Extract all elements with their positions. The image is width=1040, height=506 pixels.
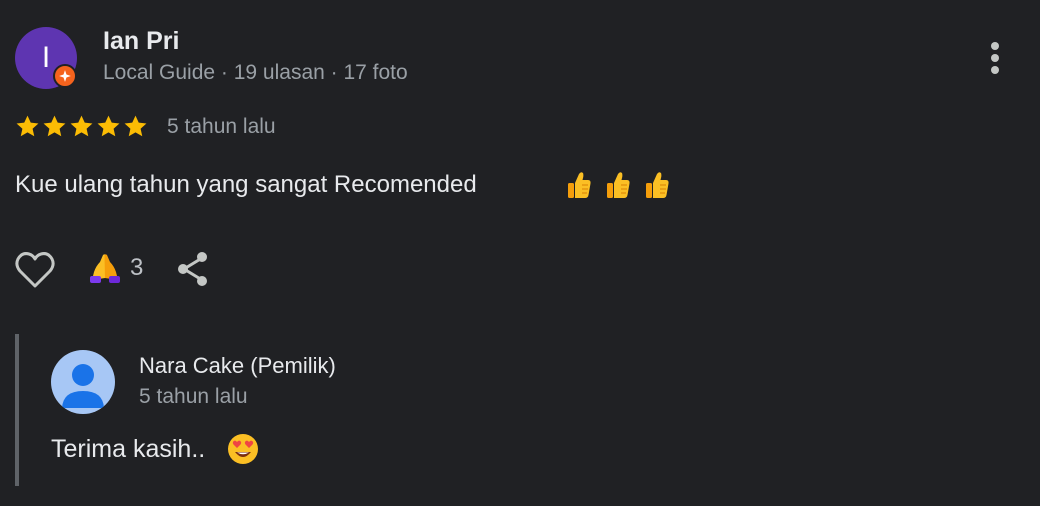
thumbs-up-emoji-icon — [607, 172, 630, 198]
owner-reply-date: 5 tahun lalu — [139, 385, 248, 408]
owner-reply-text: Terima kasih.. — [51, 435, 206, 463]
reviewer-name[interactable]: Ian Pri — [103, 27, 179, 56]
default-person-icon — [62, 364, 104, 408]
folded-hands-emoji-icon — [90, 254, 120, 283]
star-icon — [43, 115, 66, 137]
owner-name: Nara Cake (Pemilik) — [139, 353, 336, 378]
star-icon — [16, 115, 39, 137]
reviewer-meta: Local Guide · 19 ulasan · 17 foto — [103, 61, 408, 84]
star-icon — [70, 115, 93, 137]
heart-outline-icon — [15, 252, 55, 288]
review-text: Kue ulang tahun yang sangat Recomended — [15, 171, 477, 199]
star-icon — [97, 115, 120, 137]
thumbs-up-emoji-icon — [568, 172, 591, 198]
share-button[interactable] — [175, 250, 211, 288]
share-icon — [178, 252, 207, 286]
reaction-count: 3 — [130, 254, 144, 281]
review-date: 5 tahun lalu — [167, 115, 276, 138]
star-rating — [15, 114, 148, 139]
like-button[interactable] — [14, 250, 56, 290]
reply-divider-bar — [15, 334, 19, 486]
star-icon — [124, 115, 147, 137]
more-vert-icon — [991, 42, 999, 74]
more-options-button[interactable] — [978, 38, 1012, 78]
local-guide-badge-icon — [53, 64, 77, 88]
review-text-content: Kue ulang tahun yang sangat Recomended — [15, 171, 477, 198]
thumbs-up-emoji-icon — [646, 172, 669, 198]
owner-avatar — [51, 350, 115, 414]
heart-eyes-emoji-icon — [228, 434, 258, 464]
reviewer-avatar-initial: I — [41, 41, 51, 74]
reaction-button[interactable]: 3 — [88, 252, 143, 284]
